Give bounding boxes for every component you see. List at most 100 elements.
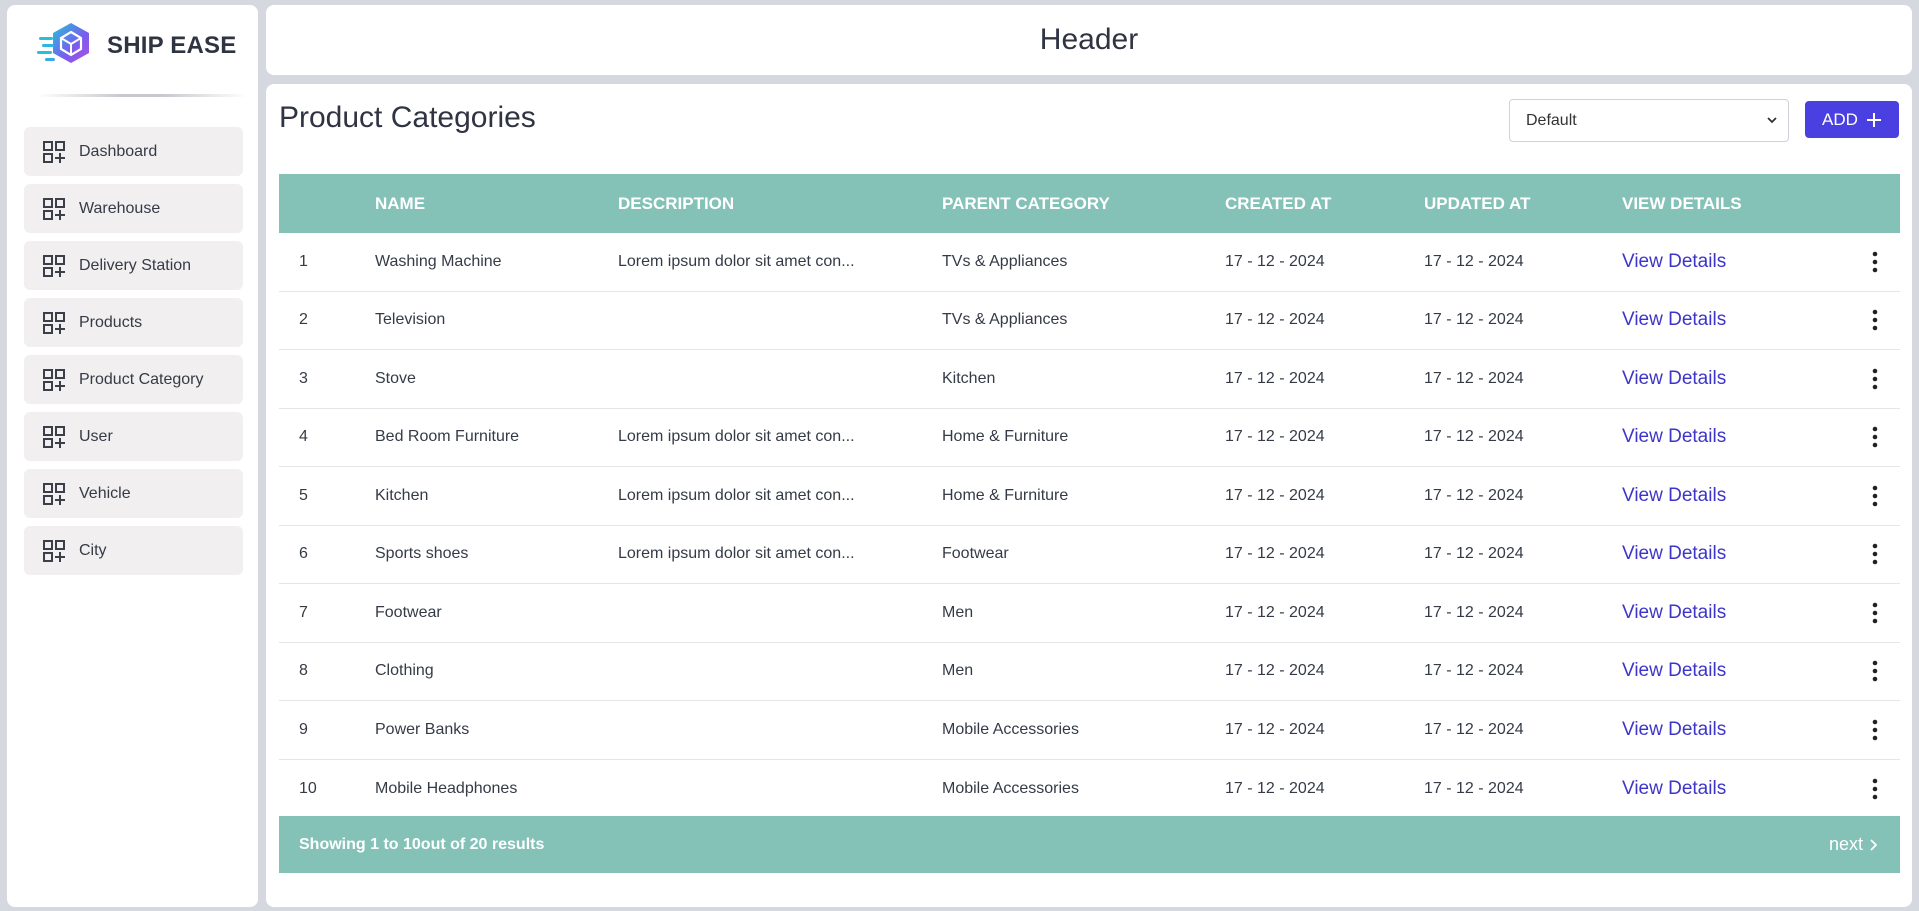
cell-name: Footwear <box>375 603 442 621</box>
categories-table: NAME DESCRIPTION PARENT CATEGORY CREATED… <box>279 174 1900 818</box>
sidebar-item-delivery-station[interactable]: Delivery Station <box>24 241 243 290</box>
column-header-view-details: VIEW DETAILS <box>1622 193 1742 213</box>
cell-name: Clothing <box>375 662 434 680</box>
sidebar: SHIP EASE Dashboard Warehouse Delivery S… <box>7 5 258 907</box>
more-vertical-icon[interactable] <box>1872 602 1878 624</box>
more-vertical-icon[interactable] <box>1872 778 1878 800</box>
more-vertical-icon[interactable] <box>1872 426 1878 448</box>
cell-updated-at: 17 - 12 - 2024 <box>1424 662 1524 680</box>
sidebar-item-user[interactable]: User <box>24 412 243 461</box>
cell-created-at: 17 - 12 - 2024 <box>1225 252 1325 270</box>
table-row: 3 Stove Kitchen 17 - 12 - 2024 17 - 12 -… <box>279 350 1900 409</box>
cell-created-at: 17 - 12 - 2024 <box>1225 603 1325 621</box>
sidebar-item-city[interactable]: City <box>24 526 243 575</box>
cell-created-at: 17 - 12 - 2024 <box>1225 369 1325 387</box>
brand-name: SHIP EASE <box>107 32 237 59</box>
cell-parent-category: Men <box>942 603 974 621</box>
table-row: 10 Mobile Headphones Mobile Accessories … <box>279 760 1900 819</box>
header-title: Header <box>1039 23 1139 56</box>
column-header-parent-category: PARENT CATEGORY <box>942 193 1110 213</box>
sidebar-item-dashboard[interactable]: Dashboard <box>24 127 243 176</box>
view-details-link[interactable]: View Details <box>1622 426 1726 447</box>
cell-parent-category: Men <box>942 662 974 680</box>
chevron-down-icon <box>1767 117 1777 124</box>
sidebar-item-warehouse[interactable]: Warehouse <box>24 184 243 233</box>
page-title: Product Categories <box>279 101 536 134</box>
view-details-link[interactable]: View Details <box>1622 368 1726 389</box>
logo-divider <box>37 94 247 97</box>
logo-icon <box>37 23 89 63</box>
cell-index: 7 <box>299 603 308 621</box>
view-details-link[interactable]: View Details <box>1622 485 1726 506</box>
cell-index: 2 <box>299 311 308 329</box>
cell-parent-category: TVs & Appliances <box>942 252 1068 270</box>
view-details-link[interactable]: View Details <box>1622 602 1726 623</box>
grid-plus-icon <box>43 425 65 448</box>
cell-parent-category: Mobile Accessories <box>942 720 1079 738</box>
sidebar-item-label: Product Category <box>79 370 204 388</box>
cell-parent-category: Home & Furniture <box>942 486 1069 504</box>
sidebar-item-label: Delivery Station <box>79 256 192 274</box>
cell-index: 5 <box>299 486 308 504</box>
cell-created-at: 17 - 12 - 2024 <box>1225 486 1325 504</box>
cell-parent-category: Footwear <box>942 545 1009 563</box>
sidebar-item-label: Dashboard <box>79 142 158 160</box>
sidebar-item-products[interactable]: Products <box>24 298 243 347</box>
sidebar-item-label: User <box>79 427 113 445</box>
more-vertical-icon[interactable] <box>1872 251 1878 273</box>
table-row: 8 Clothing Men 17 - 12 - 2024 17 - 12 - … <box>279 643 1900 701</box>
add-button-label: ADD <box>1822 109 1858 129</box>
grid-plus-icon <box>43 368 65 391</box>
more-vertical-icon[interactable] <box>1872 719 1878 741</box>
more-vertical-icon[interactable] <box>1872 485 1878 507</box>
view-details-link[interactable]: View Details <box>1622 778 1726 799</box>
view-details-link[interactable]: View Details <box>1622 660 1726 681</box>
cell-updated-at: 17 - 12 - 2024 <box>1424 428 1524 446</box>
brand-logo[interactable]: SHIP EASE <box>37 21 236 71</box>
table-row: 7 Footwear Men 17 - 12 - 2024 17 - 12 - … <box>279 584 1900 643</box>
sidebar-nav: Dashboard Warehouse Delivery Station Pro… <box>24 127 243 583</box>
sidebar-item-label: Warehouse <box>79 199 161 217</box>
cell-name: Bed Room Furniture <box>375 428 520 446</box>
sidebar-item-label: Products <box>79 313 143 331</box>
add-button[interactable]: ADD <box>1805 101 1899 138</box>
cell-updated-at: 17 - 12 - 2024 <box>1424 603 1524 621</box>
cell-name: Television <box>375 311 446 329</box>
cell-created-at: 17 - 12 - 2024 <box>1225 428 1325 446</box>
cell-name: Power Banks <box>375 720 470 738</box>
sidebar-item-product-category[interactable]: Product Category <box>24 355 243 404</box>
cell-description: Lorem ipsum dolor sit amet con... <box>618 545 855 563</box>
next-page-label: next <box>1828 834 1863 854</box>
cell-created-at: 17 - 12 - 2024 <box>1225 662 1325 680</box>
grid-plus-icon <box>43 311 65 334</box>
cell-created-at: 17 - 12 - 2024 <box>1225 545 1325 563</box>
table-row: 6 Sports shoes Lorem ipsum dolor sit ame… <box>279 526 1900 584</box>
view-details-link[interactable]: View Details <box>1622 719 1726 740</box>
sidebar-item-label: City <box>79 541 107 559</box>
view-details-link[interactable]: View Details <box>1622 251 1726 272</box>
table-row: 1 Washing Machine Lorem ipsum dolor sit … <box>279 233 1900 292</box>
view-details-link[interactable]: View Details <box>1622 543 1726 564</box>
next-page-button[interactable]: next <box>1829 834 1878 855</box>
filter-select[interactable]: Default <box>1509 99 1789 142</box>
cell-description: Lorem ipsum dolor sit amet con... <box>618 486 855 504</box>
more-vertical-icon[interactable] <box>1872 368 1878 390</box>
cell-updated-at: 17 - 12 - 2024 <box>1424 779 1524 797</box>
more-vertical-icon[interactable] <box>1872 309 1878 331</box>
cell-updated-at: 17 - 12 - 2024 <box>1424 311 1524 329</box>
more-vertical-icon[interactable] <box>1872 543 1878 565</box>
cell-created-at: 17 - 12 - 2024 <box>1225 779 1325 797</box>
view-details-link[interactable]: View Details <box>1622 309 1726 330</box>
filter-select-value: Default <box>1526 111 1577 129</box>
cell-updated-at: 17 - 12 - 2024 <box>1424 720 1524 738</box>
cell-index: 6 <box>299 545 308 563</box>
main-panel: Product Categories Default ADD NAME DESC… <box>266 84 1912 907</box>
sidebar-item-vehicle[interactable]: Vehicle <box>24 469 243 518</box>
cell-updated-at: 17 - 12 - 2024 <box>1424 486 1524 504</box>
more-vertical-icon[interactable] <box>1872 660 1878 682</box>
grid-plus-icon <box>43 140 65 163</box>
table-footer: Showing 1 to 10out of 20 results next <box>279 816 1900 873</box>
table-row: 4 Bed Room Furniture Lorem ipsum dolor s… <box>279 409 1900 467</box>
cell-name: Sports shoes <box>375 545 469 563</box>
table-row: 9 Power Banks Mobile Accessories 17 - 12… <box>279 701 1900 760</box>
